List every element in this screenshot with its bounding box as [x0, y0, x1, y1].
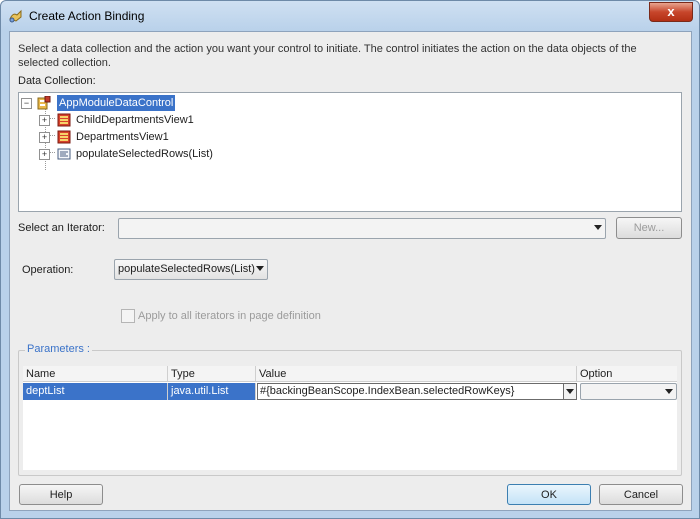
title-bar[interactable]: Create Action Binding x [1, 1, 699, 31]
tree-node-label: populateSelectedRows(List) [76, 148, 213, 160]
data-collection-label: Data Collection: [18, 75, 96, 87]
chevron-down-icon [566, 389, 574, 394]
collapse-icon[interactable]: − [21, 98, 32, 109]
column-header-value[interactable]: Value [256, 366, 577, 382]
param-value-cell[interactable]: #{backingBeanScope.IndexBean.selectedRow… [256, 383, 577, 400]
dialog-window: Create Action Binding x Select a data co… [0, 0, 700, 519]
operation-label: Operation: [22, 264, 74, 276]
chevron-down-icon [256, 266, 264, 271]
expand-icon[interactable]: + [39, 115, 50, 126]
action-binding-icon [9, 9, 22, 23]
chevron-down-icon [594, 225, 602, 230]
apply-all-label: Apply to all iterators in page definitio… [138, 310, 321, 322]
tree-node-label: AppModuleDataControl [57, 95, 176, 111]
window-title: Create Action Binding [29, 9, 145, 23]
view-object-icon [57, 130, 71, 144]
help-button[interactable]: Help [19, 484, 103, 505]
data-control-icon [37, 96, 51, 110]
method-icon [57, 148, 71, 160]
close-button[interactable]: x [649, 2, 693, 22]
dialog-body: Select a data collection and the action … [9, 31, 692, 511]
param-option-cell[interactable] [578, 383, 677, 400]
parameters-table[interactable]: Name Type Value Option deptList java.uti… [23, 366, 677, 470]
expand-icon[interactable]: + [39, 132, 50, 143]
column-header-option[interactable]: Option [577, 366, 677, 382]
iterator-select[interactable] [118, 218, 606, 239]
param-value-input[interactable]: #{backingBeanScope.IndexBean.selectedRow… [257, 383, 564, 400]
new-iterator-button[interactable]: New... [616, 217, 682, 239]
parameters-group: Parameters : Name Type Value Option dept… [18, 343, 682, 476]
ok-button[interactable]: OK [507, 484, 591, 505]
param-value-dropdown-button[interactable] [563, 383, 577, 400]
apply-all-checkbox[interactable] [121, 309, 135, 323]
view-object-icon [57, 113, 71, 127]
operation-select[interactable]: populateSelectedRows(List) [114, 259, 268, 280]
iterator-label: Select an Iterator: [18, 222, 105, 234]
tree-node-label: ChildDepartmentsView1 [76, 114, 194, 126]
column-header-type[interactable]: Type [168, 366, 256, 382]
parameters-legend: Parameters : [25, 343, 92, 355]
param-type-cell[interactable]: java.util.List [168, 383, 256, 400]
param-option-select[interactable] [580, 383, 677, 400]
close-icon: x [667, 4, 675, 19]
description-text: Select a data collection and the action … [18, 43, 637, 69]
chevron-down-icon [665, 389, 673, 394]
column-header-name[interactable]: Name [23, 366, 168, 382]
expand-icon[interactable]: + [39, 149, 50, 160]
cancel-button[interactable]: Cancel [599, 484, 683, 505]
tree-node-label: DepartmentsView1 [76, 131, 169, 143]
operation-value: populateSelectedRows(List) [118, 263, 255, 275]
param-name-cell[interactable]: deptList [23, 383, 168, 400]
data-collection-tree[interactable]: − AppModuleDataControl + ChildDepartment… [18, 92, 682, 212]
